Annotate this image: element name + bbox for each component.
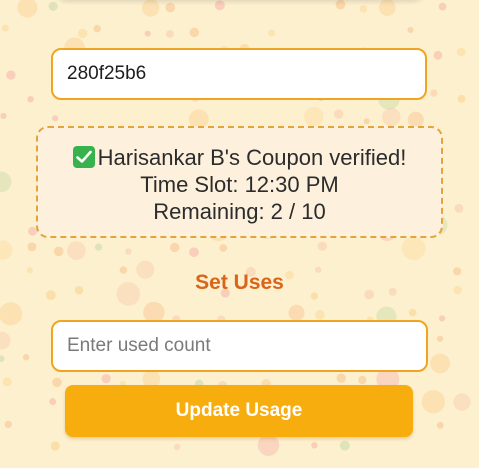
update-usage-button[interactable]: Update Usage [65, 385, 413, 437]
remaining-uses-text: Remaining: 2 / 10 [153, 199, 326, 224]
coupon-code-input[interactable] [51, 48, 427, 100]
time-slot-text: Time Slot: 12:30 PM [140, 172, 339, 197]
verification-result-box: Harisankar B's Coupon verified! Time Slo… [36, 126, 443, 238]
used-count-input[interactable] [51, 320, 428, 372]
verification-message-line: Harisankar B's Coupon verified! [38, 144, 441, 171]
check-mark-icon [72, 146, 95, 168]
verification-message: Harisankar B's Coupon verified! [97, 145, 407, 170]
set-uses-title: Set Uses [195, 271, 284, 294]
